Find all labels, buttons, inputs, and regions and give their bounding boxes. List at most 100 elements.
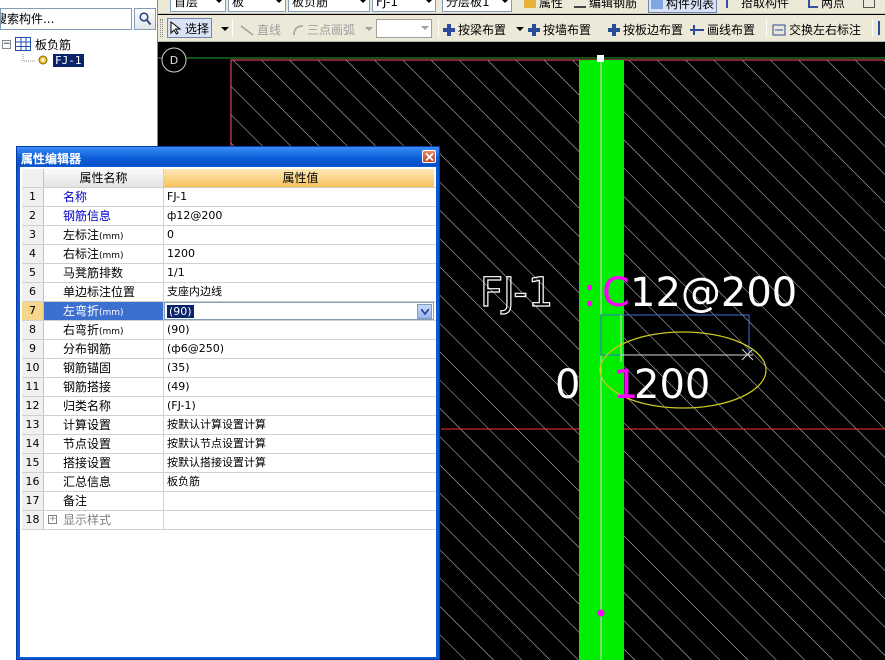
row-number-header xyxy=(22,169,44,187)
arc-dropdown-icon[interactable] xyxy=(365,27,373,31)
property-row[interactable]: 15 搭接设置 按默认搭接设置计算 xyxy=(22,454,436,473)
close-button[interactable] xyxy=(422,150,436,163)
draw-line-place-button[interactable]: 画线布置 xyxy=(690,21,755,38)
property-name-text: 单边标注位置 xyxy=(63,285,136,299)
row-number: 15 xyxy=(22,454,44,472)
place-by-beam-button[interactable]: 按梁布置 xyxy=(443,21,506,38)
toolbar-grip[interactable] xyxy=(160,19,163,37)
select-button[interactable]: 选择 xyxy=(167,18,213,38)
property-row[interactable]: 1 名称 FJ-1 xyxy=(22,188,436,207)
expand-toggle-icon[interactable]: + xyxy=(48,515,57,524)
property-row[interactable]: 11 钢筋搭接 (49) xyxy=(22,378,436,397)
property-row[interactable]: 3 左标注(mm) 0 xyxy=(22,226,436,245)
property-row[interactable]: 18 显示样式 + xyxy=(22,511,436,530)
component-list-button[interactable]: 构件列表 xyxy=(648,0,718,13)
property-row[interactable]: 17 备注 xyxy=(22,492,436,511)
place-by-slab-edge-button[interactable]: 按板边布置 xyxy=(608,21,683,38)
property-row[interactable]: 13 计算设置 按默认计算设置计算 xyxy=(22,416,436,435)
property-name: 钢筋锚固 xyxy=(44,359,164,377)
property-value[interactable]: 按默认计算设置计算 xyxy=(164,416,434,434)
search-input[interactable] xyxy=(0,8,132,30)
property-name: 归类名称 xyxy=(44,397,164,415)
chevron-down-icon xyxy=(215,0,223,3)
property-value[interactable]: (35) xyxy=(164,359,434,377)
select-dropdown-icon[interactable] xyxy=(221,27,229,31)
column-header-name[interactable]: 属性名称 xyxy=(44,169,164,187)
selected-value-text[interactable]: (90) xyxy=(167,305,194,318)
property-value[interactable] xyxy=(164,492,434,510)
property-row[interactable]: 12 归类名称 (FJ-1) xyxy=(22,397,436,416)
property-name: 右标注(mm) xyxy=(44,245,164,263)
row-number: 2 xyxy=(22,207,44,225)
property-value[interactable]: ф12@200 xyxy=(164,207,434,225)
property-editor-titlebar[interactable]: 属性编辑器 xyxy=(17,147,439,166)
property-row[interactable]: 4 右标注(mm) 1200 xyxy=(22,245,436,264)
grid-toggle-icon[interactable] xyxy=(863,0,875,8)
row-number: 1 xyxy=(22,188,44,206)
search-icon xyxy=(139,12,152,26)
property-value-editor[interactable]: (90) xyxy=(164,302,434,320)
tree-node-fj1[interactable]: FJ-1 xyxy=(22,52,84,68)
tree-node-root[interactable]: − 板负筋 xyxy=(2,36,71,52)
property-name: 分布钢筋 xyxy=(44,340,164,358)
property-row[interactable]: 9 分布钢筋 (ф6@250) xyxy=(22,340,436,359)
property-value[interactable]: 按默认节点设置计算 xyxy=(164,435,434,453)
floor-select[interactable]: 首层 xyxy=(170,0,226,12)
property-name-text: 汇总信息 xyxy=(63,475,112,489)
beam-place-icon xyxy=(443,23,455,36)
property-value[interactable]: 0 xyxy=(164,226,434,244)
slab-edge-icon xyxy=(608,23,620,36)
beam-place-dropdown-icon[interactable] xyxy=(516,27,524,31)
rebar-grip-top[interactable] xyxy=(597,55,604,62)
property-rows: 1 名称 FJ-1 2 钢筋信息 ф12@200 3 左标注(mm) 0 4 右… xyxy=(22,188,436,530)
toolbar-separator xyxy=(766,19,767,37)
swap-labels-button[interactable]: 交换左右标注 xyxy=(772,21,861,38)
property-row[interactable]: 7 左弯折(mm) (90) xyxy=(22,302,436,321)
properties-button[interactable]: 属性 xyxy=(524,0,563,11)
property-value[interactable]: 按默认搭接设置计算 xyxy=(164,454,434,472)
property-value[interactable]: (90) xyxy=(164,302,434,320)
property-row[interactable]: 10 钢筋锚固 (35) xyxy=(22,359,436,378)
pick-component-button[interactable]: 拾取构件 xyxy=(726,0,789,11)
grid-header: 属性名称 属性值 xyxy=(22,169,436,188)
dim-left-value[interactable]: 0 xyxy=(555,362,580,408)
column-header-value[interactable]: 属性值 xyxy=(164,169,434,187)
property-value[interactable]: (ф6@250) xyxy=(164,340,434,358)
property-name-text: 显示样式 xyxy=(63,513,112,527)
property-row[interactable]: 5 马凳筋排数 1/1 xyxy=(22,264,436,283)
arc-button[interactable]: 三点画弧 xyxy=(292,21,355,38)
element-select[interactable]: FJ-1 xyxy=(372,0,436,12)
place-by-wall-button[interactable]: 按墙布置 xyxy=(528,21,591,38)
category-select[interactable]: 板 xyxy=(228,0,286,12)
two-point-button[interactable]: 两点 xyxy=(808,0,845,11)
layer-select[interactable]: 分层板1 xyxy=(442,0,512,12)
pick-icon xyxy=(726,0,738,8)
subcategory-select[interactable]: 板负筋 xyxy=(288,0,370,12)
edit-rebar-button[interactable]: 编辑钢筋 xyxy=(574,0,637,11)
offset-input[interactable] xyxy=(376,19,432,38)
property-value[interactable]: 1200 xyxy=(164,245,434,263)
dim-right-value[interactable]: 200 xyxy=(634,362,710,408)
two-point-icon xyxy=(808,0,818,8)
property-row[interactable]: 6 单边标注位置 支座内边线 xyxy=(22,283,436,302)
rebar-grip-bottom[interactable] xyxy=(597,609,605,617)
property-row[interactable]: 2 钢筋信息 ф12@200 xyxy=(22,207,436,226)
property-value[interactable]: FJ-1 xyxy=(164,188,434,206)
property-value[interactable]: (90) xyxy=(164,321,434,339)
edit-rebar-icon xyxy=(574,0,586,8)
property-name-text: 马凳筋排数 xyxy=(63,266,124,280)
property-row[interactable]: 16 汇总信息 板负筋 xyxy=(22,473,436,492)
property-value[interactable]: 1/1 xyxy=(164,264,434,282)
line-button[interactable]: 直线 xyxy=(240,21,281,38)
property-value[interactable]: 支座内边线 xyxy=(164,283,434,301)
tree-collapse-toggle[interactable]: − xyxy=(2,39,11,49)
property-row[interactable]: 8 右弯折(mm) (90) xyxy=(22,321,436,340)
search-button[interactable] xyxy=(134,8,156,30)
overflow-icon[interactable] xyxy=(877,21,885,35)
property-value[interactable]: 板负筋 xyxy=(164,473,434,491)
property-value[interactable] xyxy=(164,511,434,529)
property-value[interactable]: (49) xyxy=(164,378,434,396)
property-value[interactable]: (FJ-1) xyxy=(164,397,434,415)
property-row[interactable]: 14 节点设置 按默认节点设置计算 xyxy=(22,435,436,454)
value-dropdown-button[interactable] xyxy=(417,304,432,319)
